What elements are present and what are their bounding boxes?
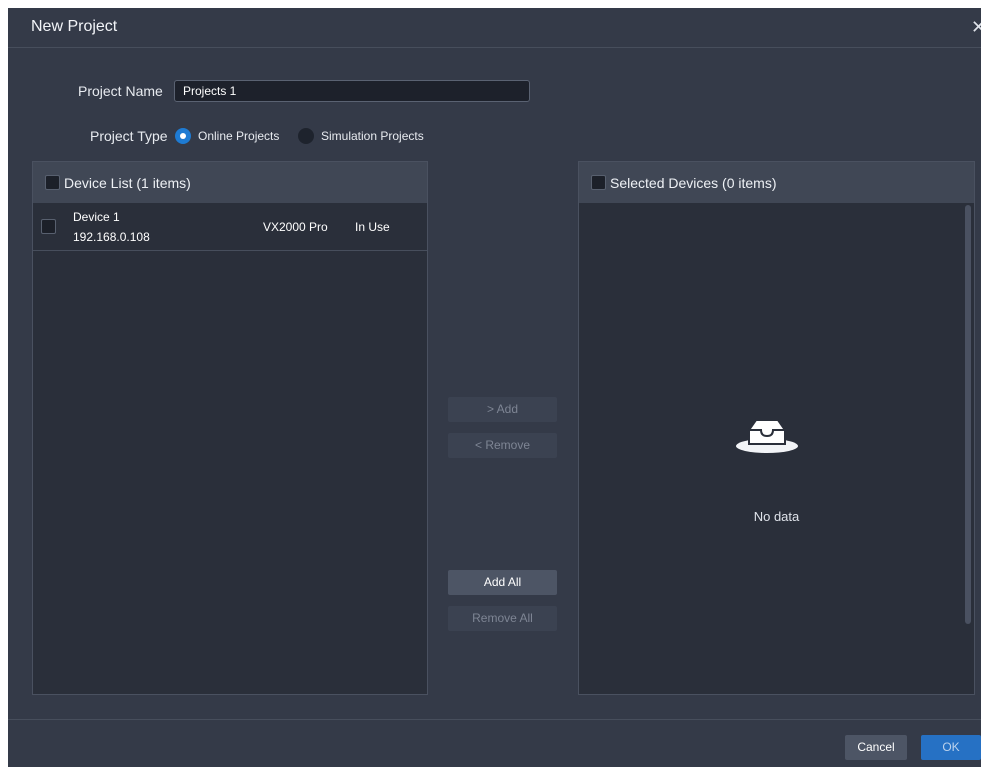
project-name-input[interactable]	[174, 80, 530, 102]
cancel-button[interactable]: Cancel	[845, 735, 907, 760]
selected-devices-panel: Selected Devices (0 items) No data	[578, 161, 975, 695]
device-list-header: Device List (1 items)	[33, 162, 427, 203]
project-name-label: Project Name	[78, 83, 163, 99]
selected-devices-select-all-checkbox[interactable]	[591, 175, 606, 190]
dialog-titlebar: New Project ✕	[8, 8, 981, 48]
device-list-panel: Device List (1 items) Device 1 192.168.0…	[32, 161, 428, 695]
device-row[interactable]: Device 1 192.168.0.108 VX2000 Pro In Use	[33, 203, 427, 251]
no-data-text: No data	[753, 509, 800, 524]
selected-devices-scrollbar[interactable]	[965, 205, 971, 624]
radio-online-icon[interactable]	[175, 128, 191, 144]
remove-button[interactable]: < Remove	[448, 433, 557, 458]
remove-all-button[interactable]: Remove All	[448, 606, 557, 631]
device-name: Device 1	[73, 210, 120, 224]
radio-simulation-projects[interactable]: Simulation Projects	[298, 128, 424, 144]
radio-simulation-icon[interactable]	[298, 128, 314, 144]
empty-inbox-icon	[736, 419, 798, 453]
dialog-title: New Project	[31, 18, 118, 35]
add-all-button[interactable]: Add All	[448, 570, 557, 595]
footer-divider	[8, 719, 981, 720]
close-icon[interactable]: ✕	[971, 17, 981, 38]
radio-online-projects[interactable]: Online Projects	[175, 128, 279, 144]
device-model: VX2000 Pro	[263, 220, 328, 234]
project-type-label: Project Type	[90, 128, 168, 144]
selected-devices-header: Selected Devices (0 items)	[579, 162, 974, 203]
selected-devices-title: Selected Devices (0 items)	[610, 174, 777, 191]
device-ip: 192.168.0.108	[73, 230, 150, 244]
device-status: In Use	[355, 220, 390, 234]
device-list-select-all-checkbox[interactable]	[45, 175, 60, 190]
device-list-title: Device List (1 items)	[64, 174, 191, 191]
radio-online-label[interactable]: Online Projects	[198, 129, 279, 143]
add-button[interactable]: > Add	[448, 397, 557, 422]
ok-button[interactable]: OK	[921, 735, 981, 760]
new-project-dialog: New Project ✕ Project Name Project Type …	[8, 8, 981, 767]
radio-simulation-label[interactable]: Simulation Projects	[321, 129, 424, 143]
device-checkbox[interactable]	[41, 219, 56, 234]
